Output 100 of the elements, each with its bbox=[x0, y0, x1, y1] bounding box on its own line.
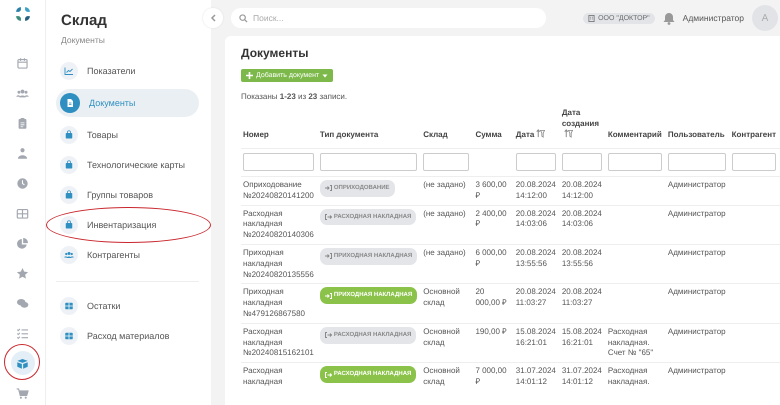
table-cell: Расходная накладная №20240815162101 bbox=[241, 323, 318, 363]
table-cell: Основной склад bbox=[421, 284, 474, 324]
sidebar-item[interactable]: Технологические карты bbox=[56, 153, 199, 177]
table-cell: Расходная накладная bbox=[241, 362, 318, 391]
clock-icon bbox=[16, 176, 29, 190]
cart-icon bbox=[16, 386, 29, 400]
sign-out-icon bbox=[324, 372, 332, 378]
table-cell: 20.08.2024 14:03:06 bbox=[514, 205, 560, 244]
table-cell: 31.07.2024 14:01:12 bbox=[514, 362, 560, 391]
table-cell: Администратор bbox=[666, 362, 730, 391]
nav-button[interactable] bbox=[10, 351, 34, 375]
chart-icon bbox=[60, 62, 78, 80]
checklist-icon bbox=[16, 326, 29, 340]
section-subtitle: Документы bbox=[61, 35, 106, 45]
user-icon bbox=[16, 146, 29, 160]
table-cell: 190,00 ₽ bbox=[473, 323, 514, 363]
calendar-icon bbox=[16, 56, 29, 70]
search-icon bbox=[239, 14, 248, 23]
chevron-left-icon bbox=[210, 14, 216, 22]
table-icon bbox=[60, 297, 78, 315]
caret-icon bbox=[322, 74, 328, 78]
sign-out-icon bbox=[324, 332, 332, 338]
table-cell: Администратор bbox=[666, 284, 730, 324]
column-header: Пользователь bbox=[666, 107, 730, 148]
bell-icon[interactable] bbox=[662, 12, 675, 24]
table-cell: 6 000,00 ₽ bbox=[473, 244, 514, 284]
collapse-button[interactable] bbox=[203, 8, 223, 28]
table-cell: Расходная накладная №20240820140306 bbox=[241, 205, 318, 244]
filter-field[interactable] bbox=[423, 153, 470, 171]
table-cell: (не задано) bbox=[421, 176, 474, 206]
search-field[interactable]: Поиск... bbox=[231, 8, 546, 28]
user-name[interactable]: Администратор bbox=[682, 13, 744, 23]
bag-icon bbox=[60, 156, 78, 174]
table-cell: Администратор bbox=[666, 323, 730, 363]
table-cell: 20.08.2024 14:12:00 bbox=[514, 176, 560, 206]
table-cell: Основной склад bbox=[421, 323, 474, 363]
filter-field[interactable] bbox=[732, 153, 776, 171]
column-header: Сумма bbox=[473, 107, 514, 148]
sort-icon[interactable] bbox=[564, 129, 573, 138]
table-cell: Администратор bbox=[666, 176, 730, 206]
table-cell: 20.08.2024 11:03:27 bbox=[560, 284, 606, 324]
table-cell: Расходная накладная. Счет № "65" bbox=[606, 323, 666, 363]
table-cell: Администратор bbox=[666, 244, 730, 284]
sidebar-item[interactable]: Товары bbox=[56, 123, 199, 147]
column-header: Тип документа bbox=[318, 107, 422, 148]
chat-icon bbox=[16, 296, 29, 310]
sign-in-icon bbox=[324, 253, 332, 260]
sidebar-item[interactable]: Контрагенты bbox=[56, 243, 199, 267]
table-cell: 20.08.2024 13:55:56 bbox=[560, 244, 606, 284]
filter-field[interactable] bbox=[320, 153, 418, 171]
sidebar-item[interactable]: Показатели bbox=[56, 59, 199, 83]
table-cell: 2 400,00 ₽ bbox=[473, 205, 514, 244]
bag-icon bbox=[60, 126, 78, 144]
sign-in-icon bbox=[324, 185, 332, 192]
section-title: Склад bbox=[61, 12, 108, 29]
document-icon bbox=[60, 93, 80, 113]
table-cell: 20.08.2024 13:55:56 bbox=[514, 244, 560, 284]
sign-in-icon bbox=[324, 292, 332, 299]
column-header[interactable]: Дата создания bbox=[560, 107, 606, 148]
sign-out-icon bbox=[324, 214, 332, 220]
sidebar-item[interactable]: Остатки bbox=[56, 294, 199, 318]
column-header: Контрагент bbox=[730, 107, 780, 148]
column-header: Комментарий bbox=[606, 107, 666, 148]
table-cell: 31.07.2024 14:01:12 bbox=[560, 362, 606, 391]
table-icon bbox=[16, 206, 29, 220]
table-cell: 15.08.2024 16:21:01 bbox=[560, 323, 606, 363]
filter-field[interactable] bbox=[668, 153, 726, 171]
column-header: Номер bbox=[241, 107, 318, 148]
page-title: Документы bbox=[241, 46, 310, 60]
table-cell: Расходная накладная. bbox=[606, 362, 666, 391]
column-header[interactable]: Дата bbox=[514, 107, 560, 148]
table-cell: 20.08.2024 14:03:06 bbox=[560, 205, 606, 244]
table-cell: Оприходование №20240820141200 bbox=[241, 176, 318, 206]
plus-icon bbox=[246, 72, 253, 79]
table-cell: 15.08.2024 16:21:01 bbox=[514, 323, 560, 363]
filter-field[interactable] bbox=[608, 153, 662, 171]
table-cell: 7 000,00 ₽ bbox=[473, 362, 514, 391]
box-icon bbox=[16, 356, 29, 370]
table-cell: 20 000,00 ₽ bbox=[473, 284, 514, 324]
table-cell: Администратор bbox=[666, 205, 730, 244]
sidebar-item[interactable]: Расход материалов bbox=[56, 324, 199, 348]
building-icon bbox=[588, 14, 596, 22]
sidebar-item[interactable]: Инвентаризация bbox=[56, 213, 199, 237]
column-header: Склад bbox=[421, 107, 474, 148]
table-cell: Основной склад bbox=[421, 362, 474, 391]
people-icon bbox=[16, 86, 29, 100]
table-cell: Приходная накладная №479126867580 bbox=[241, 284, 318, 324]
pie-chart-icon bbox=[16, 236, 29, 250]
bag-icon bbox=[60, 186, 78, 204]
filter-field[interactable] bbox=[243, 153, 314, 171]
records-summary: Показаны 1-23 из 23 записи. bbox=[241, 92, 348, 101]
sidebar-item[interactable]: Группы товаров bbox=[56, 183, 199, 207]
table-cell: 3 600,00 ₽ bbox=[473, 176, 514, 206]
filter-field[interactable] bbox=[562, 153, 602, 171]
table-cell: 20.08.2024 14:12:00 bbox=[560, 176, 606, 206]
table-cell: (не задано) bbox=[421, 244, 474, 284]
people-icon bbox=[60, 246, 78, 264]
table-cell: Приходная накладная №20240820135556 bbox=[241, 244, 318, 284]
filter-field[interactable] bbox=[516, 153, 556, 171]
sort-icon[interactable] bbox=[536, 129, 546, 138]
